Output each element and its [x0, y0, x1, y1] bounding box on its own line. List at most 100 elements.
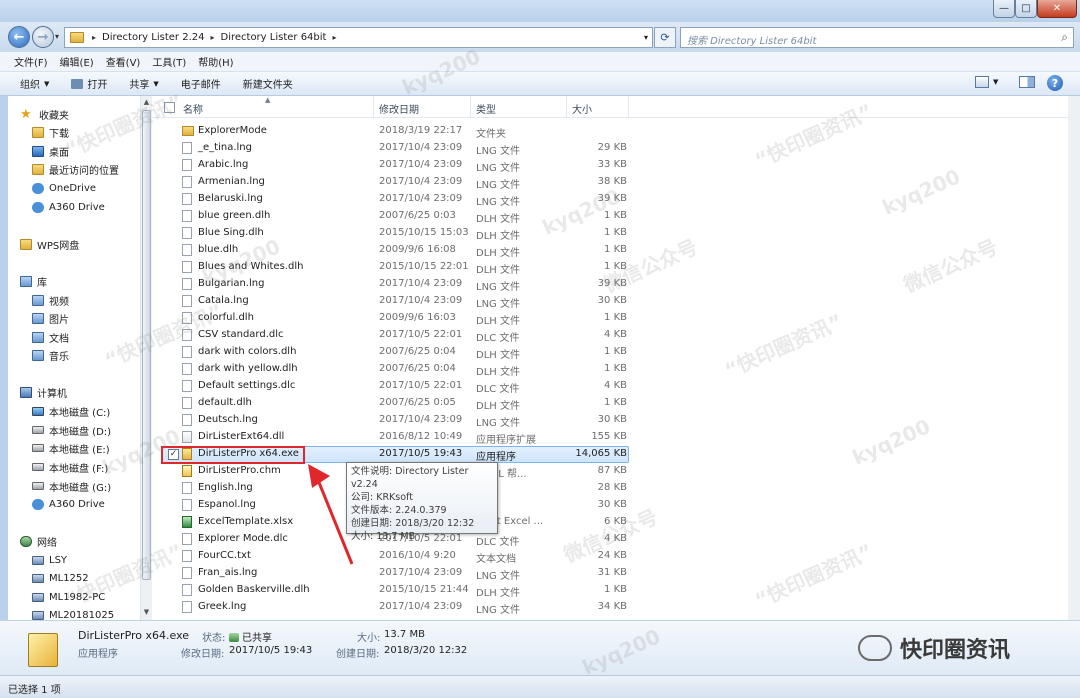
table-row[interactable]: Armenian.lng 2017/10/4 23:09 LNG 文件 38 KB	[152, 174, 1068, 191]
nav-documents[interactable]: 文档	[32, 328, 152, 346]
table-row[interactable]: CSV standard.dlc 2017/10/5 22:01 DLC 文件 4 K…	[152, 327, 1068, 344]
nav-ml1252[interactable]: ML1252	[32, 569, 152, 587]
change-view-button[interactable]: ▼	[975, 76, 998, 88]
table-row[interactable]: _e_tina.lng 2017/10/4 23:09 LNG 文件 29 KB	[152, 140, 1068, 157]
nav-drive-d[interactable]: 本地磁盘 (D:)	[32, 421, 152, 439]
table-row[interactable]: colorful.dlh 2009/9/6 16:03 DLH 文件 1 KB	[152, 310, 1068, 327]
table-row[interactable]: Greek.lng 2017/10/4 23:09 LNG 文件 34 KB	[152, 599, 1068, 616]
table-row-selected[interactable]: ✓ DirListerPro x64.exe 2017/10/5 19:43 应用程序…	[152, 446, 1068, 463]
menu-edit[interactable]: 编辑(E)	[60, 54, 94, 69]
column-type[interactable]: 类型	[471, 96, 567, 118]
nav-drive-e[interactable]: 本地磁盘 (E:)	[32, 439, 152, 457]
navigation-scrollbar[interactable]: ▲ ▼	[140, 96, 152, 620]
table-row[interactable]: Default settings.dlc 2017/10/5 22:01 DLC 文…	[152, 378, 1068, 395]
table-row[interactable]: Golden Baskerville.dlh 2015/10/15 21:44 DL…	[152, 582, 1068, 599]
table-row[interactable]: Belaruski.lng 2017/10/4 23:09 LNG 文件 39 KB	[152, 191, 1068, 208]
table-row[interactable]: ExplorerMode 2018/3/19 22:17 文件夹	[152, 123, 1068, 140]
scrollbar-thumb[interactable]	[142, 110, 151, 580]
nav-a360-drive[interactable]: A360 Drive	[32, 495, 152, 513]
maximize-button[interactable]: □	[1015, 0, 1037, 18]
new-folder-button[interactable]: 新建文件夹	[243, 76, 293, 91]
watermark-logo: 快印圈资讯	[858, 632, 1010, 664]
nav-music[interactable]: 音乐	[32, 346, 152, 364]
nav-recent-places[interactable]: 最近访问的位置	[32, 160, 152, 178]
table-row[interactable]: Blues and Whites.dlh 2015/10/15 22:01 DLH …	[152, 259, 1068, 276]
search-input[interactable]: 搜索 Directory Lister 64bit ⌕	[680, 27, 1074, 48]
breadcrumb-separator[interactable]: ▸	[208, 33, 216, 42]
recent-pages-dropdown[interactable]: ▾	[55, 32, 59, 41]
table-row[interactable]: Catala.lng 2017/10/4 23:09 LNG 文件 30 KB	[152, 293, 1068, 310]
nav-favorites[interactable]: ★ 收藏夹	[20, 105, 152, 123]
table-row[interactable]: Arabic.lng 2017/10/4 23:09 LNG 文件 33 KB	[152, 157, 1068, 174]
nav-pictures[interactable]: 图片	[32, 309, 152, 327]
column-size[interactable]: 大小	[567, 96, 629, 118]
nav-computer[interactable]: 计算机	[20, 383, 152, 401]
breadcrumb-separator[interactable]: ▸	[90, 33, 98, 42]
table-row[interactable]: Espanol.lng文件30 KB	[152, 497, 1068, 514]
table-row[interactable]: blue.dlh 2009/9/6 16:08 DLH 文件 1 KB	[152, 242, 1068, 259]
back-button[interactable]: ←	[8, 26, 30, 48]
table-row[interactable]: default.dlh 2007/6/25 0:05 DLH 文件 1 KB	[152, 395, 1068, 412]
select-all-checkbox[interactable]	[164, 102, 175, 113]
table-row[interactable]: DirListerPro.chm HTML 帮... 87 KB	[152, 463, 1068, 480]
share-button[interactable]: 共享 ▼	[129, 76, 158, 92]
menu-help[interactable]: 帮助(H)	[198, 54, 233, 69]
file-name: Belaruski.lng	[198, 193, 263, 204]
nav-a360-favorite[interactable]: A360 Drive	[32, 198, 152, 216]
nav-libraries[interactable]: 库	[20, 272, 152, 290]
row-checkbox[interactable]: ✓	[168, 449, 179, 460]
forward-button[interactable]: →	[32, 26, 54, 48]
email-button[interactable]: 电子邮件	[181, 76, 221, 91]
table-row[interactable]: English.lng文件28 KB	[152, 480, 1068, 497]
nav-desktop[interactable]: 桌面	[32, 142, 152, 160]
table-row[interactable]: FourCC.txt 2016/10/4 9:20 文本文档 24 KB	[152, 548, 1068, 565]
table-row[interactable]: Deutsch.lng 2017/10/4 23:09 LNG 文件 30 KB	[152, 412, 1068, 429]
table-row[interactable]: blue green.dlh 2007/6/25 0:03 DLH 文件 1 KB	[152, 208, 1068, 225]
table-row[interactable]: Fran_ais.lng 2017/10/4 23:09 LNG 文件 31 KB	[152, 565, 1068, 582]
minimize-button[interactable]: —	[993, 0, 1015, 18]
close-button[interactable]: ✕	[1037, 0, 1077, 18]
search-icon[interactable]: ⌕	[1061, 30, 1068, 45]
nav-downloads[interactable]: 下载	[32, 123, 152, 141]
table-row[interactable]: Blue Sing.dlh 2015/10/15 15:03 DLH 文件 1 KB	[152, 225, 1068, 242]
nav-drive-f[interactable]: 本地磁盘 (F:)	[32, 458, 152, 476]
breadcrumb-directory-lister-64bit[interactable]: Directory Lister 64bit	[217, 32, 331, 43]
nav-drive-g[interactable]: 本地磁盘 (G:)	[32, 477, 152, 495]
file-list-pane: ▲ 名称 修改日期 类型 大小 ExplorerMode 2018/3/19 22…	[152, 96, 1068, 620]
column-name[interactable]: 名称	[178, 96, 374, 118]
help-button[interactable]: ?	[1047, 75, 1063, 91]
file-list-scrollbar[interactable]	[1068, 96, 1080, 620]
nav-network[interactable]: 网络	[20, 532, 152, 550]
address-bar[interactable]: ▸ Directory Lister 2.24 ▸ Directory List…	[64, 27, 653, 48]
organize-button[interactable]: 组织 ▼	[20, 76, 49, 92]
file-date: 2017/10/5 22:01	[379, 380, 463, 391]
refresh-button[interactable]: ⟳	[654, 27, 676, 48]
scroll-down-icon[interactable]: ▼	[142, 608, 151, 616]
menu-view[interactable]: 查看(V)	[106, 54, 141, 69]
nav-lsy[interactable]: LSY	[32, 551, 152, 569]
nav-ml1982-pc[interactable]: ML1982-PC	[32, 588, 152, 606]
menu-file[interactable]: 文件(F)	[14, 54, 48, 69]
breadcrumb-directory-lister[interactable]: Directory Lister 2.24	[98, 32, 208, 43]
nav-ml20181025[interactable]: ML20181025	[32, 606, 152, 620]
table-row[interactable]: dark with colors.dlh 2007/6/25 0:04 DLH 文件…	[152, 344, 1068, 361]
breadcrumb-separator[interactable]: ▸	[330, 33, 338, 42]
address-dropdown[interactable]: ▾	[644, 33, 648, 42]
nav-wps-drive[interactable]: WPS网盘	[20, 235, 152, 253]
open-button[interactable]: 打开	[71, 76, 107, 91]
table-row[interactable]: dark with yellow.dlh 2007/6/25 0:04 DLH 文件…	[152, 361, 1068, 378]
column-date-modified[interactable]: 修改日期	[374, 96, 471, 118]
preview-pane-button[interactable]	[1019, 76, 1035, 88]
menu-tools[interactable]: 工具(T)	[152, 54, 186, 69]
file-name: English.lng	[198, 482, 253, 493]
table-row[interactable]: Explorer Mode.dlc 2017/10/5 22:01 DLC 文件 4 …	[152, 531, 1068, 548]
table-row[interactable]: ExcelTemplate.xlsx osoft Excel ... 6 KB	[152, 514, 1068, 531]
nav-drive-c[interactable]: 本地磁盘 (C:)	[32, 402, 152, 420]
nav-onedrive[interactable]: OneDrive	[32, 179, 152, 197]
table-row[interactable]: DirListerExt64.dll 2016/8/12 10:49 应用程序扩展 1…	[152, 429, 1068, 446]
table-row[interactable]: Bulgarian.lng 2017/10/4 23:09 LNG 文件 39 KB	[152, 276, 1068, 293]
scroll-up-icon[interactable]: ▲	[142, 98, 151, 106]
file-size: 6 KB	[604, 516, 627, 527]
nav-videos[interactable]: 视频	[32, 291, 152, 309]
file-size: 31 KB	[597, 567, 627, 578]
